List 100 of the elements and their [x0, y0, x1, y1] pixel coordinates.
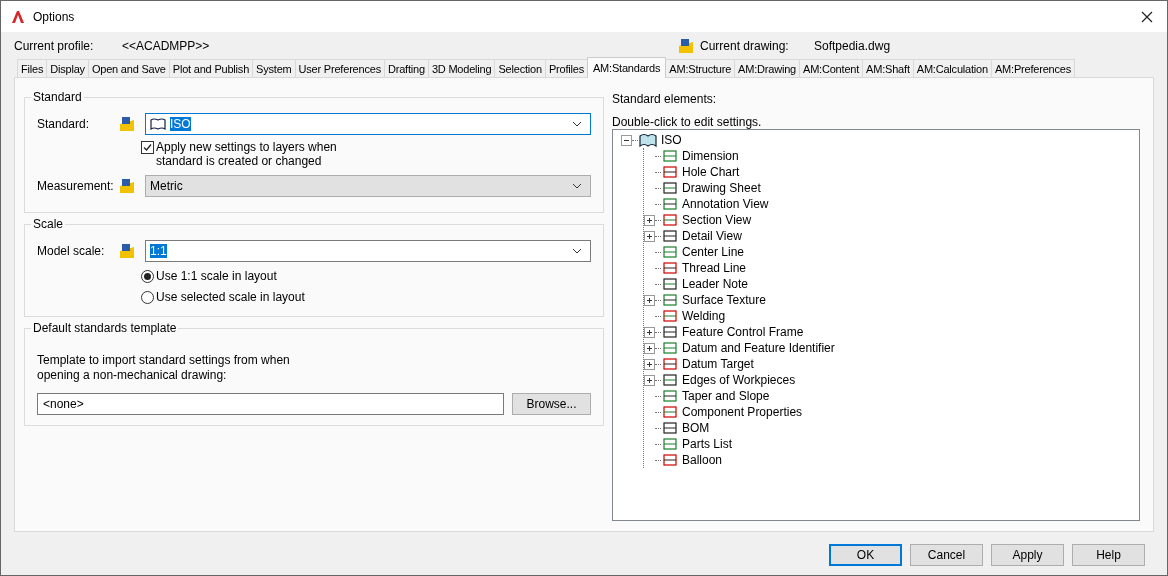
profile-value: <<ACADMPP>>	[122, 39, 210, 53]
tree-item[interactable]: Component Properties	[682, 405, 803, 419]
element-icon	[662, 373, 678, 387]
element-icon	[662, 389, 678, 403]
group-title: Default standards template	[32, 321, 178, 335]
element-icon	[662, 357, 678, 371]
field-label: Measurement:	[37, 179, 115, 193]
tree-item[interactable]: Leader Note	[682, 277, 749, 291]
tree-item[interactable]: Annotation View	[682, 197, 769, 211]
tree-item[interactable]: Dimension	[682, 149, 739, 163]
field-label: Standard:	[37, 117, 91, 131]
checkbox-label: Apply new settings to layers when standard is created or changed	[156, 140, 338, 168]
tree-item[interactable]: Datum and Feature Identifier	[682, 341, 835, 355]
tree-item[interactable]: Welding	[682, 309, 726, 323]
tab[interactable]: AM:Drawing	[734, 59, 800, 77]
tree-item[interactable]: Feature Control Frame	[682, 325, 804, 339]
tree-item[interactable]: Surface Texture	[682, 293, 766, 307]
dialog-button[interactable]: Apply	[991, 544, 1064, 566]
element-icon	[662, 149, 678, 163]
dialog-button[interactable]: Help	[1072, 544, 1145, 566]
field-label: Model scale:	[37, 244, 106, 258]
tree-item[interactable]: ISO	[661, 133, 682, 147]
checkbox[interactable]	[141, 141, 154, 154]
app-logo-icon	[11, 9, 25, 24]
window-title: Options	[33, 9, 76, 24]
expander-icon[interactable]	[644, 214, 655, 226]
template-description: Template to import standard settings from when opening a non-mechanical drawing:	[37, 353, 291, 383]
expander-icon[interactable]	[644, 358, 655, 370]
element-icon	[662, 453, 678, 467]
browse-button[interactable]: Browse...	[512, 393, 591, 415]
expander-icon[interactable]	[644, 342, 655, 354]
tab[interactable]: AM:Preferences	[990, 59, 1075, 77]
tree-item[interactable]: Taper and Slope	[682, 389, 770, 403]
drawing-label: Current drawing:	[700, 39, 790, 53]
tab[interactable]: AM:Standards	[587, 57, 667, 78]
element-icon	[662, 325, 678, 339]
element-icon	[662, 181, 678, 195]
radio-button[interactable]	[141, 290, 154, 304]
chevron-down-icon	[572, 248, 582, 254]
tree-item[interactable]: Hole Chart	[682, 165, 740, 179]
tab[interactable]: Display	[46, 59, 89, 77]
book-icon	[639, 133, 657, 147]
dropdown-value: Metric	[150, 179, 184, 193]
radio-label: Use 1:1 scale in layout	[156, 269, 277, 283]
element-icon	[662, 421, 678, 435]
group-title: Standard	[32, 90, 83, 104]
element-icon	[662, 437, 678, 451]
element-icon	[662, 293, 678, 307]
tree-item[interactable]: Section View	[682, 213, 752, 227]
tab[interactable]: Files	[17, 59, 48, 77]
tree-item[interactable]: Parts List	[682, 437, 732, 451]
folder-icon	[119, 243, 135, 259]
tree-item[interactable]: Center Line	[682, 245, 745, 259]
element-icon	[662, 405, 678, 419]
element-icon	[662, 213, 678, 227]
expander-icon[interactable]	[621, 134, 632, 146]
tab[interactable]: Open and Save	[87, 59, 170, 77]
element-icon	[662, 341, 678, 355]
drawing-value: Softpedia.dwg	[814, 39, 892, 53]
template-input-field[interactable]: <none>	[37, 393, 504, 415]
standard-dropdown[interactable]: ISO	[145, 113, 591, 135]
scale-dropdown[interactable]: 1:1	[145, 240, 591, 262]
element-icon	[662, 245, 678, 259]
expander-icon[interactable]	[644, 230, 655, 242]
tree-item[interactable]: BOM	[682, 421, 710, 435]
dialog-button[interactable]: Cancel	[910, 544, 983, 566]
element-icon	[662, 165, 678, 179]
radio-button[interactable]	[141, 269, 154, 283]
element-icon	[662, 197, 678, 211]
chevron-down-icon	[572, 183, 582, 189]
tree-item[interactable]: Drawing Sheet	[682, 181, 761, 195]
tab[interactable]: Drafting	[383, 59, 429, 77]
element-icon	[662, 309, 678, 323]
folder-icon	[119, 116, 135, 132]
expander-icon[interactable]	[644, 326, 655, 338]
tree-item[interactable]: Balloon	[682, 453, 723, 467]
element-icon	[662, 229, 678, 243]
radio-label: Use selected scale in layout	[156, 290, 305, 304]
close-icon[interactable]	[1141, 10, 1153, 23]
dropdown-value: ISO	[170, 117, 191, 131]
dialog-button[interactable]: OK	[829, 544, 902, 566]
elements-label: Standard elements:	[612, 92, 718, 106]
tree-item[interactable]: Thread Line	[682, 261, 747, 275]
drawing-icon	[678, 38, 694, 54]
hint-text: Double-click to edit settings.	[612, 115, 763, 129]
chevron-down-icon	[572, 121, 582, 127]
element-icon	[662, 277, 678, 291]
folder-icon	[119, 178, 135, 194]
tree-item[interactable]: Datum Target	[682, 357, 754, 371]
book-icon	[150, 118, 166, 130]
tree-item[interactable]: Detail View	[682, 229, 742, 243]
tab[interactable]: System	[252, 59, 296, 77]
tree-item[interactable]: Edges of Workpieces	[682, 373, 796, 387]
profile-label: Current profile:	[14, 39, 95, 53]
element-icon	[662, 261, 678, 275]
group-title: Scale	[32, 217, 65, 231]
dropdown-value: 1:1	[150, 244, 167, 258]
expander-icon[interactable]	[644, 374, 655, 386]
expander-icon[interactable]	[644, 294, 655, 306]
tab[interactable]: 3D Modeling	[427, 59, 496, 77]
